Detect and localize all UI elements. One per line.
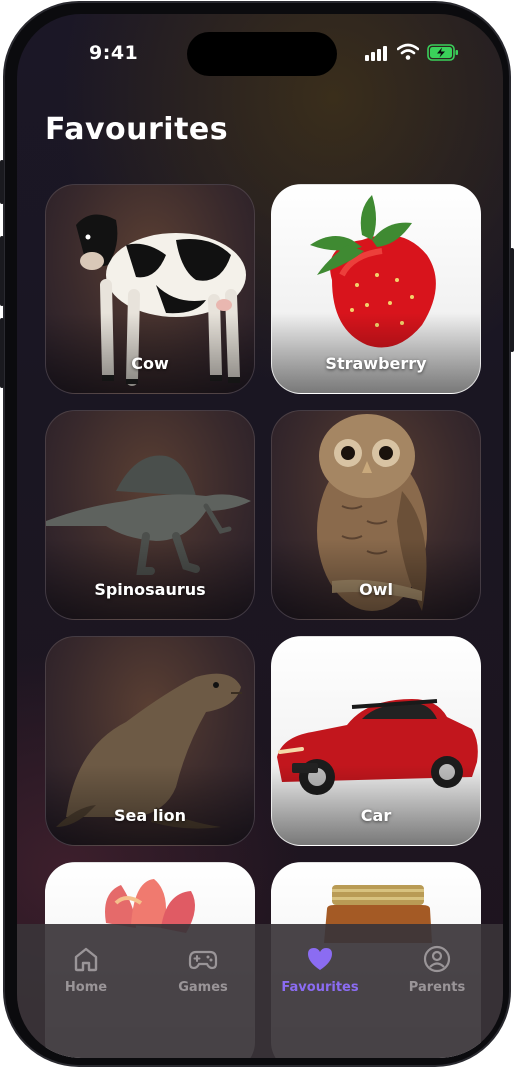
card-shade <box>46 765 254 845</box>
tab-parents[interactable]: Parents <box>382 944 492 1004</box>
favourite-card-car[interactable]: Car <box>271 636 481 846</box>
card-shade <box>46 539 254 619</box>
card-label: Strawberry <box>325 354 427 373</box>
card-shade <box>272 765 480 845</box>
tab-games[interactable]: Games <box>148 944 258 1004</box>
favourite-card-sea-lion[interactable]: Sea lion <box>45 636 255 846</box>
tab-label: Home <box>64 980 108 995</box>
card-shade <box>272 539 480 619</box>
tab-home[interactable]: Home <box>31 944 141 1004</box>
card-shade <box>46 313 254 393</box>
card-shade <box>272 313 480 393</box>
tab-favourites[interactable]: Favourites <box>265 944 375 1004</box>
favourite-card-spinosaurus[interactable]: Spinosaurus <box>45 410 255 620</box>
phone-frame: 9:41 Favourites Cow Strawberry Spinosaur… <box>3 1 511 1067</box>
gamepad-icon <box>188 950 218 970</box>
tab-label: Games <box>178 980 228 995</box>
card-label: Car <box>360 806 392 825</box>
mute-switch <box>0 160 4 204</box>
volume-up-button <box>0 236 4 306</box>
page-title: Favourites <box>45 112 229 147</box>
home-icon <box>74 947 98 972</box>
power-button <box>510 248 514 352</box>
screen: 9:41 Favourites Cow Strawberry Spinosaur… <box>17 14 503 1058</box>
user-circle-icon <box>423 945 451 973</box>
tab-label: Favourites <box>281 980 359 995</box>
card-label: Sea lion <box>113 806 187 825</box>
card-label: Owl <box>359 580 393 599</box>
card-label: Spinosaurus <box>94 580 206 599</box>
favourite-card-strawberry[interactable]: Strawberry <box>271 184 481 394</box>
dynamic-island <box>187 32 337 76</box>
heart-icon <box>308 948 332 970</box>
status-bar: 9:41 <box>17 14 503 84</box>
volume-down-button <box>0 318 4 388</box>
favourite-card-owl[interactable]: Owl <box>271 410 481 620</box>
tab-bar: Home Games Favourites Parents <box>17 924 503 1058</box>
card-label: Cow <box>131 354 169 373</box>
battery-charging-icon <box>427 44 458 61</box>
tab-label: Parents <box>408 980 466 995</box>
favourite-card-cow[interactable]: Cow <box>45 184 255 394</box>
status-time: 9:41 <box>89 42 139 64</box>
signal-icon <box>365 45 387 61</box>
wifi-icon <box>397 43 419 60</box>
